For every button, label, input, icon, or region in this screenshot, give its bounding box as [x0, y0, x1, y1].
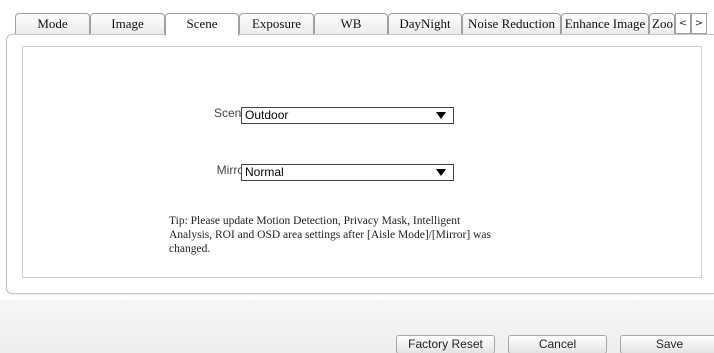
- dropdown-arrow-icon: [436, 169, 446, 176]
- scene-settings-box: Scene Outdoor Mirror Normal Tip: Please …: [22, 46, 702, 278]
- tip-text: Tip: Please update Motion Detection, Pri…: [169, 215, 491, 255]
- tab-daynight[interactable]: DayNight: [388, 13, 462, 34]
- scene-label: Scene: [213, 106, 248, 120]
- tab-scroll-left-button[interactable]: <: [675, 13, 691, 34]
- settings-panel: Scene Outdoor Mirror Normal Tip: Please …: [6, 34, 714, 294]
- tab-scene[interactable]: Scene: [165, 13, 239, 36]
- tab-noise-reduction[interactable]: Noise Reduction: [462, 13, 561, 34]
- tab-image[interactable]: Image: [90, 13, 165, 34]
- tab-wb[interactable]: WB: [314, 13, 388, 34]
- tab-zoom[interactable]: Zoo: [649, 13, 675, 34]
- tab-mode[interactable]: Mode: [15, 13, 90, 34]
- tab-bar: Mode Image Scene Exposure WB DayNight No…: [15, 13, 714, 36]
- scene-select[interactable]: Outdoor: [241, 107, 454, 124]
- dropdown-arrow-icon: [436, 112, 446, 119]
- tab-enhance-image[interactable]: Enhance Image: [561, 13, 649, 34]
- factory-reset-button[interactable]: Factory Reset: [396, 335, 495, 353]
- save-button[interactable]: Save: [620, 335, 714, 353]
- tab-scroll-right-button[interactable]: >: [691, 13, 707, 34]
- mirror-select-value: Normal: [245, 165, 284, 179]
- scene-select-value: Outdoor: [245, 108, 289, 122]
- tab-exposure[interactable]: Exposure: [239, 13, 314, 34]
- mirror-select[interactable]: Normal: [241, 164, 454, 181]
- mirror-label: Mirror: [216, 163, 248, 177]
- cancel-button[interactable]: Cancel: [508, 335, 607, 353]
